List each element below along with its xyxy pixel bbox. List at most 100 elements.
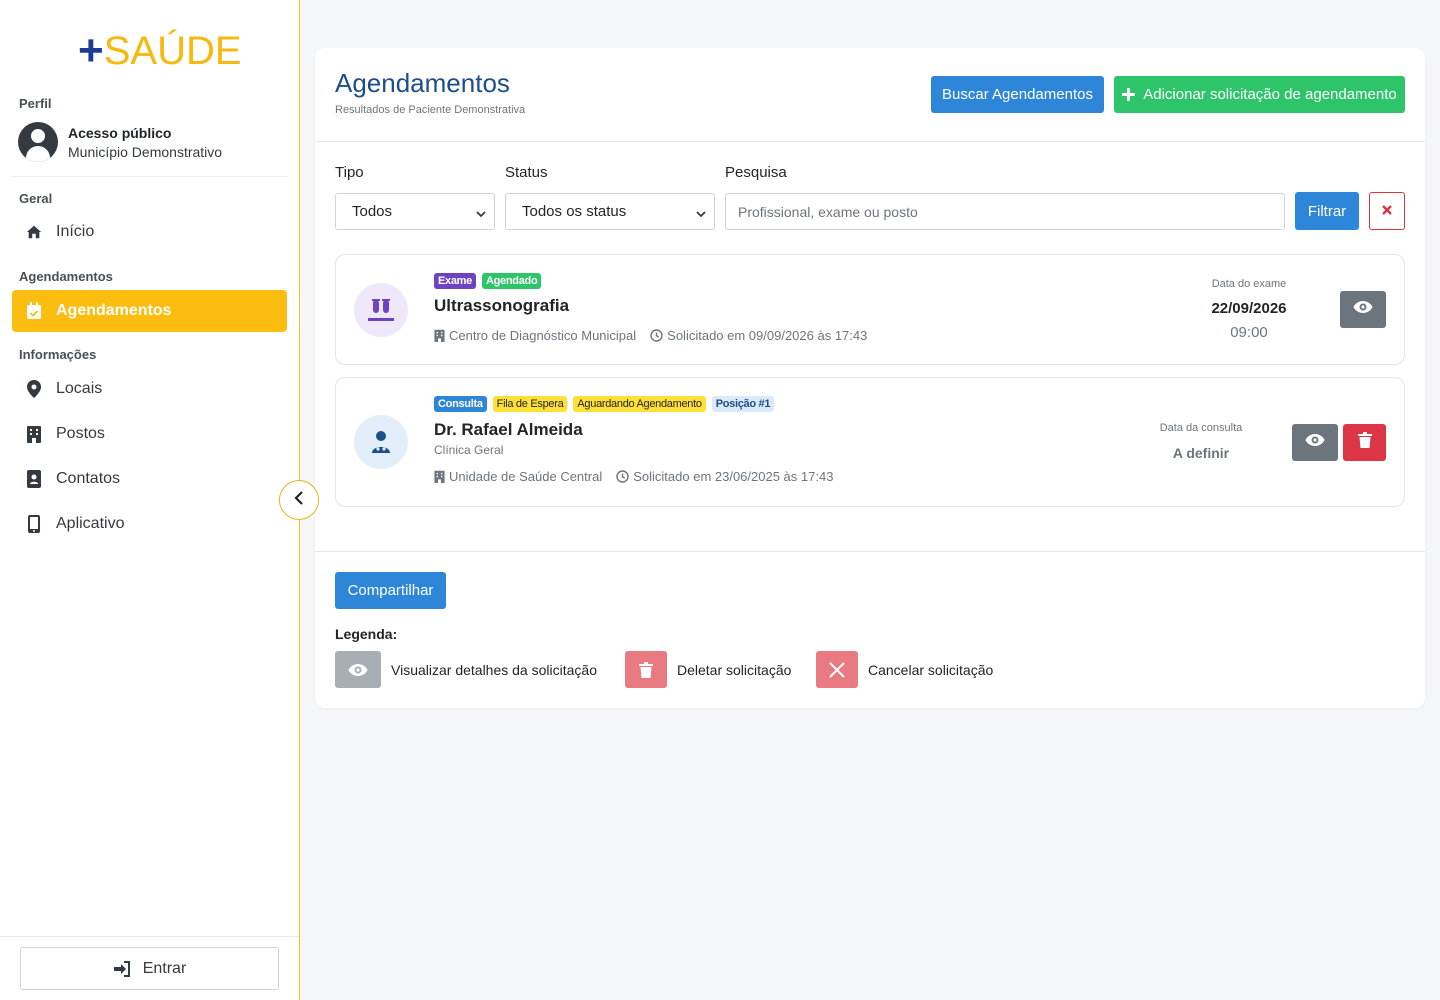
- logo-plus: +: [78, 26, 104, 75]
- profile-name: Acesso público: [68, 124, 172, 141]
- mobile-icon: [26, 515, 42, 533]
- sidebar-item-label: Aplicativo: [56, 515, 125, 532]
- view-details-button[interactable]: [1340, 291, 1386, 328]
- search-label: Pesquisa: [725, 164, 787, 181]
- appointment-location: Centro de Diagnóstico Municipal: [449, 328, 637, 343]
- status-badge: Aguardando Agendamento: [573, 396, 706, 412]
- building-icon: [434, 329, 445, 342]
- legend-label: Visualizar detalhes da solicitação: [391, 661, 597, 678]
- type-badge: Exame: [434, 273, 476, 289]
- section-label-informacoes: Informações: [19, 347, 97, 362]
- appointment-date: A definir: [1172, 445, 1230, 461]
- legend-label: Cancelar solicitação: [868, 661, 994, 678]
- sidebar-item-inicio[interactable]: Início: [12, 211, 287, 253]
- appointment-date: 22/09/2026: [1211, 300, 1287, 317]
- status-label: Status: [505, 164, 548, 181]
- calendar-check-icon: [26, 302, 42, 320]
- close-icon: [1382, 202, 1392, 220]
- appointments-card: Agendamentos Resultados de Paciente Demo…: [315, 48, 1425, 708]
- sidebar-item-label: Início: [56, 223, 95, 240]
- page-title: Agendamentos: [335, 68, 510, 98]
- appointment-location: Unidade de Saúde Central: [449, 469, 603, 484]
- status-select[interactable]: Todos os status: [505, 193, 715, 230]
- search-appointments-button[interactable]: Buscar Agendamentos: [931, 76, 1104, 113]
- sidebar-item-label: Postos: [56, 425, 105, 442]
- share-button[interactable]: Compartilhar: [335, 572, 446, 609]
- chevron-left-icon: [294, 490, 304, 510]
- badges: Consulta Fila de Espera Aguardando Agend…: [434, 396, 775, 412]
- status-badge: Agendado: [481, 273, 542, 289]
- eye-icon: [335, 651, 381, 688]
- logo-wordmark: SAÚDE: [103, 29, 242, 73]
- appointment-requested: Solicitado em 09/09/2026 às 17:43: [667, 328, 868, 343]
- login-button[interactable]: Entrar: [20, 947, 279, 990]
- legend-item-view: Visualizar detalhes da solicitação: [335, 651, 597, 688]
- queue-badge: Fila de Espera: [492, 396, 568, 412]
- map-pin-icon: [26, 380, 42, 398]
- appointment-specialty: Clínica Geral: [434, 443, 504, 457]
- home-icon: [26, 223, 42, 241]
- trash-icon: [1357, 432, 1372, 453]
- divider: [315, 551, 1425, 552]
- search-input[interactable]: [725, 193, 1285, 230]
- sidebar-item-postos[interactable]: Postos: [12, 413, 287, 455]
- tipo-label: Tipo: [335, 164, 364, 181]
- sidebar-item-label: Agendamentos: [56, 302, 172, 319]
- section-label-agendamentos: Agendamentos: [19, 269, 113, 284]
- collapse-sidebar-button[interactable]: [279, 480, 319, 520]
- type-badge: Consulta: [434, 396, 487, 412]
- view-details-button[interactable]: [1292, 424, 1338, 461]
- clock-icon: [650, 329, 663, 342]
- legend-item-cancel: Cancelar solicitação: [816, 651, 993, 688]
- sidebar-item-aplicativo[interactable]: Aplicativo: [12, 503, 287, 545]
- eye-icon: [1353, 300, 1373, 319]
- building-icon: [434, 470, 445, 483]
- tipo-select[interactable]: Todos: [335, 193, 495, 230]
- close-icon: [816, 651, 858, 688]
- plus-icon: [1122, 88, 1136, 101]
- vials-icon: [354, 283, 408, 337]
- date-label: Data do exame: [1211, 278, 1287, 290]
- clear-filters-button[interactable]: [1369, 192, 1405, 230]
- date-label: Data da consulta: [1159, 422, 1243, 434]
- sidebar: + SAÚDE Perfil Acesso público Município …: [0, 0, 300, 1000]
- tipo-selected-value: Todos: [352, 203, 393, 220]
- divider: [12, 176, 288, 177]
- login-label: Entrar: [142, 959, 187, 977]
- clock-icon: [616, 470, 629, 483]
- section-label-geral: Geral: [19, 191, 53, 206]
- chevron-down-icon: [476, 206, 486, 223]
- avatar: [18, 122, 58, 162]
- appointment-title: Ultrassonografia: [434, 296, 570, 315]
- add-appointment-request-button[interactable]: Adicionar solicitação de agendamento: [1114, 76, 1405, 113]
- status-selected-value: Todos os status: [522, 203, 627, 220]
- legend-title: Legenda:: [335, 626, 398, 642]
- doctor-icon: [354, 415, 408, 469]
- position-badge: Posição #1: [711, 396, 775, 412]
- divider: [315, 141, 1425, 142]
- sign-in-icon: [113, 960, 131, 977]
- building-icon: [26, 425, 42, 443]
- page-subtitle: Resultados de Paciente Demonstrativa: [335, 104, 526, 116]
- sidebar-item-label: Locais: [56, 380, 103, 397]
- divider: [0, 936, 299, 937]
- appointment-requested: Solicitado em 23/06/2025 às 17:43: [633, 469, 834, 484]
- sidebar-item-agendamentos[interactable]: Agendamentos: [12, 290, 287, 332]
- section-label-perfil: Perfil: [19, 96, 52, 111]
- profile-block: Acesso público Município Demonstrativo: [18, 122, 222, 162]
- appointment-meta: Unidade de Saúde Central Solicitado em 2…: [434, 469, 833, 484]
- appointment-title: Dr. Rafael Almeida: [434, 420, 583, 439]
- appointment-card: Consulta Fila de Espera Aguardando Agend…: [335, 377, 1405, 507]
- sidebar-item-contatos[interactable]: Contatos: [12, 458, 287, 500]
- legend-label: Deletar solicitação: [677, 661, 792, 678]
- legend-item-delete: Deletar solicitação: [625, 651, 791, 688]
- sidebar-item-locais[interactable]: Locais: [12, 368, 287, 410]
- filter-button[interactable]: Filtrar: [1295, 192, 1359, 230]
- delete-request-button[interactable]: [1343, 424, 1386, 461]
- add-button-label: Adicionar solicitação de agendamento: [1143, 86, 1397, 103]
- chevron-down-icon: [696, 206, 706, 223]
- contact-card-icon: [26, 470, 42, 488]
- app-logo[interactable]: + SAÚDE: [78, 26, 242, 75]
- badges: Exame Agendado: [434, 273, 542, 289]
- profile-municipality: Município Demonstrativo: [68, 143, 223, 160]
